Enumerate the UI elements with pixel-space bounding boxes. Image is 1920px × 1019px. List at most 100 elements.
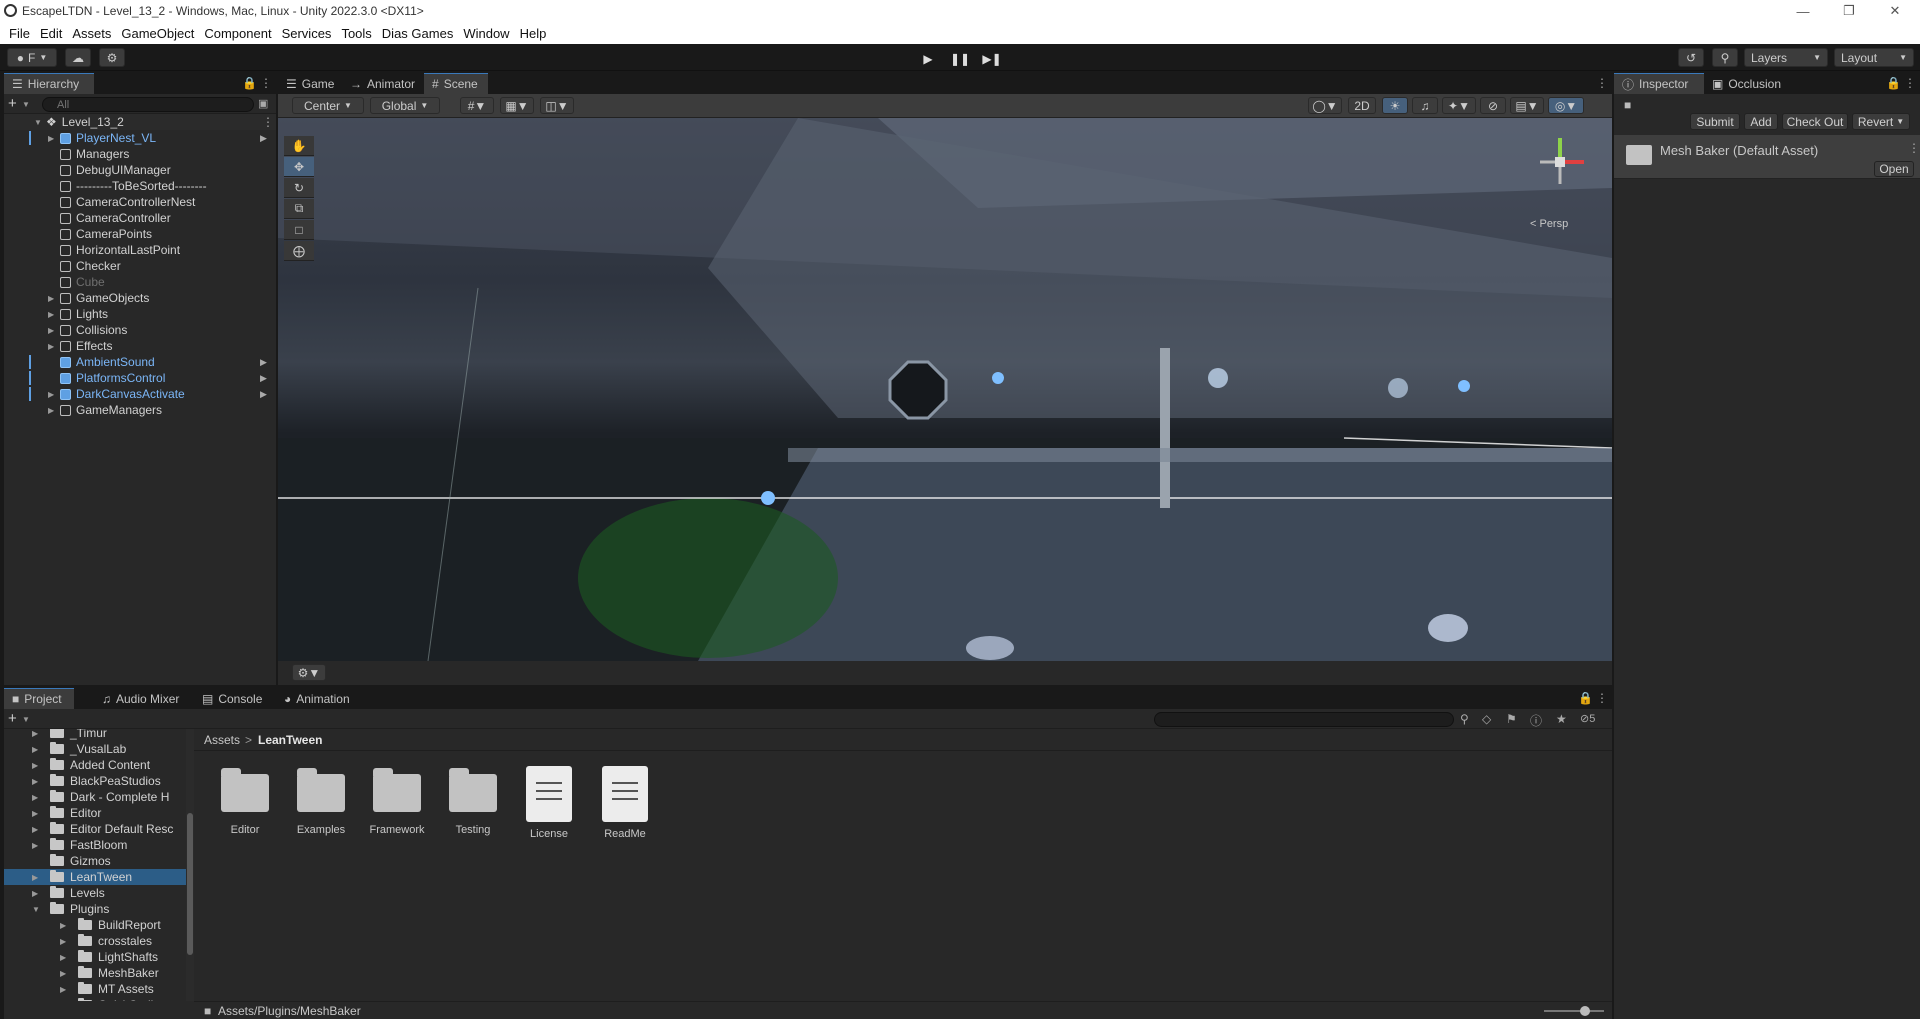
rect-tool-icon[interactable]: □ — [284, 220, 314, 240]
menu-assets[interactable]: Assets — [67, 26, 116, 41]
draw-mode-icon[interactable]: ◯▼ — [1308, 97, 1342, 114]
kebab-menu-icon[interactable]: ⋮ — [1596, 691, 1608, 705]
menu-file[interactable]: File — [4, 26, 35, 41]
minimize-icon[interactable]: — — [1780, 0, 1826, 22]
project-tree-item[interactable]: ▶ QuickOutline — [4, 997, 186, 1001]
persp-label[interactable]: < Persp — [1530, 218, 1568, 230]
expand-arrow-icon[interactable]: ▶ — [60, 937, 70, 946]
project-search-input[interactable] — [1154, 712, 1454, 727]
menu-tools[interactable]: Tools — [336, 26, 376, 41]
expand-arrow-icon[interactable]: ▶ — [32, 841, 42, 850]
tab-inspector[interactable]: ⓘ Inspector — [1614, 73, 1704, 94]
expand-arrow-icon[interactable]: ▶ — [48, 134, 58, 143]
tree-scrollbar[interactable] — [186, 729, 194, 1001]
lighting-icon[interactable]: ☀ — [1382, 97, 1408, 114]
layers-dropdown[interactable]: Layers ▼ — [1744, 48, 1828, 67]
grid-snap-icon[interactable]: #▼ — [460, 97, 494, 114]
tab-occlusion[interactable]: ▣ Occlusion — [1704, 73, 1794, 94]
expand-arrow-icon[interactable]: ▶ — [60, 969, 70, 978]
project-tree-item[interactable]: ▶ Added Content — [4, 757, 186, 773]
toggle-2d-button[interactable]: 2D — [1348, 97, 1376, 114]
kebab-menu-icon[interactable]: ⋮ — [1908, 141, 1920, 155]
type-filter-icon[interactable]: ◇ — [1482, 712, 1491, 726]
tab-game[interactable]: ☰ Game — [278, 73, 342, 94]
open-prefab-icon[interactable]: ▶ — [260, 133, 267, 144]
kebab-menu-icon[interactable]: ⋮ — [1904, 76, 1916, 90]
hierarchy-item[interactable]: CameraPoints — [4, 226, 276, 242]
menu-help[interactable]: Help — [515, 26, 552, 41]
scene-row[interactable]: ▼ ❖ Level_13_2 ⋮ — [4, 114, 276, 130]
expand-arrow-icon[interactable]: ▶ — [48, 294, 58, 303]
icon-size-slider[interactable] — [1544, 1006, 1604, 1016]
hierarchy-search-input[interactable] — [42, 97, 254, 112]
rotate-tool-icon[interactable]: ↻ — [284, 178, 314, 198]
hidden-objects-icon[interactable]: ⊘ — [1480, 97, 1506, 114]
effects-icon[interactable]: ✦▼ — [1442, 97, 1476, 114]
expand-arrow-icon[interactable]: ▶ — [32, 825, 42, 834]
account-dropdown[interactable]: ● F ▼ — [7, 48, 57, 67]
asset-folder[interactable]: Editor — [214, 766, 276, 836]
breadcrumb-assets[interactable]: Assets — [204, 733, 240, 747]
camera-icon[interactable]: ▤▼ — [1510, 97, 1544, 114]
hierarchy-item[interactable]: CameraControllerNest — [4, 194, 276, 210]
play-button[interactable]: ▶ — [916, 50, 940, 67]
chevron-down-icon[interactable]: ▼ — [22, 715, 30, 724]
tab-audio-mixer[interactable]: ♫ Audio Mixer — [94, 688, 194, 709]
expand-arrow-icon[interactable]: ▶ — [32, 793, 42, 802]
project-tree-item[interactable]: ▶ Editor — [4, 805, 186, 821]
cloud-icon[interactable]: ☁ — [65, 48, 91, 67]
icon-size-slider-thumb[interactable] — [1580, 1006, 1590, 1016]
step-button[interactable]: ▶❚ — [980, 50, 1004, 67]
tree-scrollbar-thumb[interactable] — [187, 813, 193, 955]
project-tree-item[interactable]: ▶ _Timur — [4, 729, 186, 741]
menu-services[interactable]: Services — [277, 26, 337, 41]
expand-arrow-icon[interactable]: ▶ — [32, 809, 42, 818]
expand-arrow-icon[interactable]: ▶ — [60, 1001, 70, 1002]
info-icon[interactable]: ⓘ — [1530, 712, 1542, 729]
expand-arrow-icon[interactable]: ▶ — [32, 761, 42, 770]
open-button[interactable]: Open — [1874, 161, 1914, 177]
hierarchy-item[interactable]: Checker — [4, 258, 276, 274]
transform-tool-icon[interactable]: ⨁ — [284, 241, 314, 261]
hand-tool-icon[interactable]: ✋ — [284, 136, 314, 156]
hierarchy-item[interactable]: ▶ GameObjects — [4, 290, 276, 306]
project-tree-item[interactable]: ▶ LightShafts — [4, 949, 186, 965]
expand-arrow-icon[interactable]: ▶ — [48, 342, 58, 351]
project-tree-item[interactable]: ▼ Plugins — [4, 901, 186, 917]
tab-animation[interactable]: ◕ Animation — [276, 688, 366, 709]
hierarchy-item[interactable]: ▶ DarkCanvasActivate ▶ — [4, 386, 276, 402]
asset-folder[interactable]: Testing — [442, 766, 504, 836]
expand-arrow-icon[interactable]: ▶ — [32, 745, 42, 754]
menu-window[interactable]: Window — [458, 26, 514, 41]
hierarchy-item[interactable]: CameraController — [4, 210, 276, 226]
expand-arrow-icon[interactable]: ▶ — [48, 390, 58, 399]
search-filter-icon[interactable]: ⚲ — [1460, 712, 1469, 726]
lock-icon[interactable]: 🔒 — [1886, 76, 1901, 90]
asset-folder[interactable]: Framework — [366, 766, 428, 836]
hierarchy-item[interactable]: ▶ GameManagers — [4, 402, 276, 418]
breadcrumb-leantween[interactable]: LeanTween — [258, 733, 322, 747]
label-filter-icon[interactable]: ⚑ — [1506, 712, 1517, 726]
restore-icon[interactable]: ❐ — [1826, 0, 1872, 22]
hierarchy-item[interactable]: HorizontalLastPoint — [4, 242, 276, 258]
tab-hierarchy[interactable]: ☰ Hierarchy — [4, 73, 94, 94]
kebab-menu-icon[interactable]: ⋮ — [260, 76, 272, 90]
move-tool-icon[interactable]: ✥ — [284, 157, 314, 177]
tab-scene[interactable]: # Scene — [424, 73, 488, 94]
orientation-gizmo[interactable] — [1530, 132, 1590, 192]
revert-dropdown[interactable]: Revert ▼ — [1852, 113, 1910, 130]
collab-icon[interactable]: ⚙ — [99, 48, 125, 67]
search-icon[interactable]: ⚲ — [1712, 48, 1738, 67]
project-tree-item[interactable]: ▶ BuildReport — [4, 917, 186, 933]
hidden-packages-icon[interactable]: ⊘5 — [1580, 712, 1595, 725]
open-prefab-icon[interactable]: ▶ — [260, 389, 267, 400]
tab-project[interactable]: ■ Project — [4, 688, 74, 709]
expand-arrow-icon[interactable]: ▶ — [60, 921, 70, 930]
project-tree-item[interactable]: ▶ Levels — [4, 885, 186, 901]
hierarchy-item[interactable]: Cube — [4, 274, 276, 290]
hierarchy-item[interactable]: ▶ PlayerNest_VL ▶ — [4, 130, 276, 146]
tab-animator[interactable]: → Animator — [342, 73, 424, 94]
hierarchy-item[interactable]: PlatformsControl ▶ — [4, 370, 276, 386]
project-tree-item[interactable]: ▶ MT Assets — [4, 981, 186, 997]
project-tree-item[interactable]: ▶ Editor Default Resc — [4, 821, 186, 837]
